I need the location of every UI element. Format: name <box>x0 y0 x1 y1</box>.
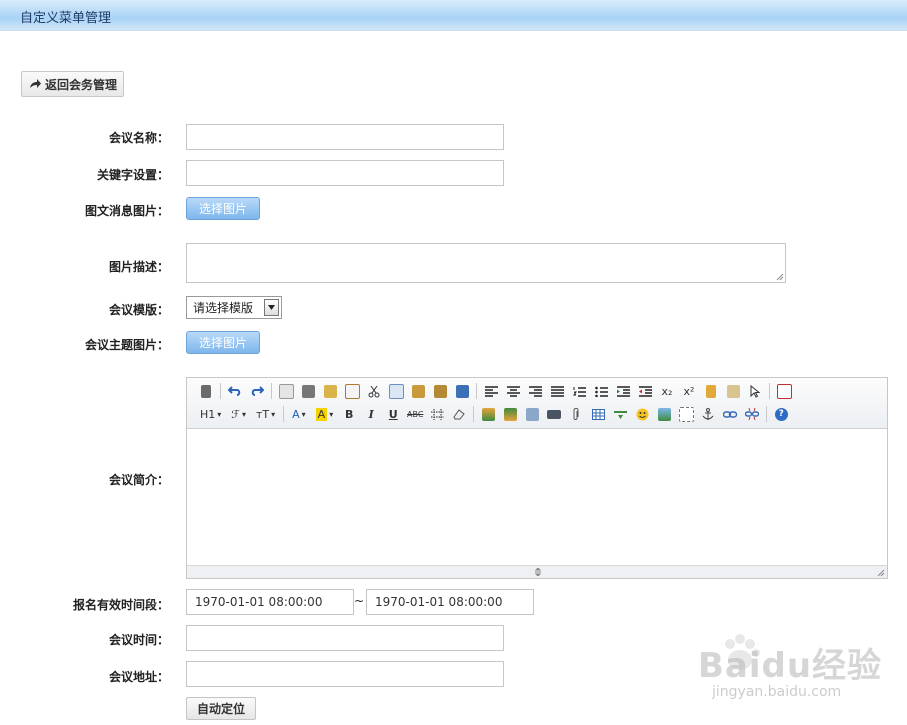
template-select-value: 请选择模版 <box>193 301 254 315</box>
signup-start-input[interactable]: 1970-01-01 08:00:00 <box>186 589 354 615</box>
subscript-icon[interactable]: x₂ <box>656 380 678 402</box>
preview-icon[interactable] <box>275 380 297 402</box>
video-icon[interactable] <box>543 403 565 425</box>
arrow-forward-icon <box>30 79 41 88</box>
resize-grip-icon[interactable] <box>877 569 885 577</box>
back-to-meeting-management-button[interactable]: 返回会务管理 <box>21 71 125 97</box>
table-icon[interactable] <box>587 403 609 425</box>
insert-image-icon[interactable] <box>477 403 499 425</box>
choose-image-button[interactable]: 选择图片 <box>186 197 260 220</box>
italic-icon[interactable]: I <box>360 403 382 425</box>
link-icon[interactable] <box>719 403 741 425</box>
meeting-time-input[interactable] <box>186 625 504 651</box>
template-select[interactable]: 请选择模版 <box>186 296 282 319</box>
undo-icon[interactable] <box>224 380 246 402</box>
watermark-brand: Baidu经验 <box>698 646 883 686</box>
editor-toolbar: x₂ x² H1 ▾ ℱ ▾ тT ▾ A ▾ A ▾ B I U ABC ? <box>187 378 887 429</box>
multi-image-icon[interactable] <box>499 403 521 425</box>
eraser-icon[interactable] <box>448 403 470 425</box>
meeting-name-input[interactable] <box>186 124 504 150</box>
rich-text-editor[interactable]: x₂ x² H1 ▾ ℱ ▾ тT ▾ A ▾ A ▾ B I U ABC ? <box>186 377 888 579</box>
back-button-label: 返回会务管理 <box>45 77 118 92</box>
strikethrough-icon[interactable]: ABC <box>404 403 426 425</box>
align-center-icon[interactable] <box>502 380 524 402</box>
theme-image-label: 会议主题图片： <box>84 338 169 352</box>
align-right-icon[interactable] <box>524 380 546 402</box>
align-left-icon[interactable] <box>480 380 502 402</box>
border-icon[interactable] <box>426 403 448 425</box>
image-description-label: 图片描述： <box>108 260 169 274</box>
paste-icon[interactable] <box>407 380 429 402</box>
font-family-dropdown[interactable]: ℱ ▾ <box>226 403 251 425</box>
template-icon[interactable] <box>319 380 341 402</box>
drag-handle-icon[interactable] <box>533 568 543 576</box>
clear-format-icon[interactable] <box>700 380 722 402</box>
underline-icon[interactable]: U <box>382 403 404 425</box>
template-label: 会议模版： <box>108 303 169 317</box>
range-separator: ~ <box>354 594 365 608</box>
editor-content-area[interactable] <box>187 429 887 567</box>
choose-theme-image-button[interactable]: 选择图片 <box>186 331 260 354</box>
page-break-icon[interactable] <box>675 403 697 425</box>
background-color-icon[interactable]: A ▾ <box>311 403 339 425</box>
quick-format-icon[interactable] <box>722 380 744 402</box>
unlink-icon[interactable] <box>741 403 763 425</box>
paste-text-icon[interactable] <box>429 380 451 402</box>
keyword-input[interactable] <box>186 160 504 186</box>
emoticon-icon[interactable] <box>631 403 653 425</box>
select-all-icon[interactable] <box>744 380 766 402</box>
meeting-address-label: 会议地址： <box>108 670 169 684</box>
heading-dropdown[interactable]: H1 ▾ <box>195 403 226 425</box>
superscript-icon[interactable]: x² <box>678 380 700 402</box>
bold-icon[interactable]: B <box>338 403 360 425</box>
watermark-url: jingyan.baidu.com <box>712 684 842 700</box>
outdent-icon[interactable] <box>634 380 656 402</box>
fullscreen-icon[interactable] <box>773 380 795 402</box>
auto-locate-button[interactable]: 自动定位 <box>186 697 256 720</box>
image-manager-icon[interactable] <box>653 403 675 425</box>
attachment-icon[interactable] <box>565 403 587 425</box>
page-header: 自定义菜单管理 <box>0 0 907 31</box>
intro-label: 会议简介： <box>108 473 169 487</box>
cut-icon[interactable] <box>363 380 385 402</box>
signup-end-input[interactable]: 1970-01-01 08:00:00 <box>366 589 534 615</box>
align-justify-icon[interactable] <box>546 380 568 402</box>
signup-period-label: 报名有效时间段： <box>72 598 169 612</box>
image-message-label: 图文消息图片： <box>84 204 169 218</box>
resize-grip-icon[interactable] <box>776 273 784 281</box>
flash-icon[interactable] <box>521 403 543 425</box>
indent-icon[interactable] <box>612 380 634 402</box>
font-color-icon[interactable]: A ▾ <box>287 403 311 425</box>
meeting-name-label: 会议名称： <box>108 131 169 145</box>
font-size-dropdown[interactable]: тT ▾ <box>251 403 280 425</box>
redo-icon[interactable] <box>246 380 268 402</box>
help-icon[interactable]: ? <box>770 403 792 425</box>
copy-icon[interactable] <box>385 380 407 402</box>
meeting-time-label: 会议时间： <box>108 633 169 647</box>
chevron-down-icon[interactable] <box>264 299 279 316</box>
code-icon[interactable] <box>341 380 363 402</box>
print-icon[interactable] <box>297 380 319 402</box>
source-code-icon[interactable] <box>195 380 217 402</box>
anchor-icon[interactable] <box>697 403 719 425</box>
ordered-list-icon[interactable] <box>568 380 590 402</box>
meeting-address-input[interactable] <box>186 661 504 687</box>
paste-word-icon[interactable] <box>451 380 473 402</box>
keyword-label: 关键字设置： <box>96 168 169 182</box>
unordered-list-icon[interactable] <box>590 380 612 402</box>
image-description-textarea[interactable] <box>186 243 786 283</box>
editor-status-bar <box>187 565 887 578</box>
horizontal-rule-icon[interactable] <box>609 403 631 425</box>
page-title: 自定义菜单管理 <box>20 11 112 26</box>
